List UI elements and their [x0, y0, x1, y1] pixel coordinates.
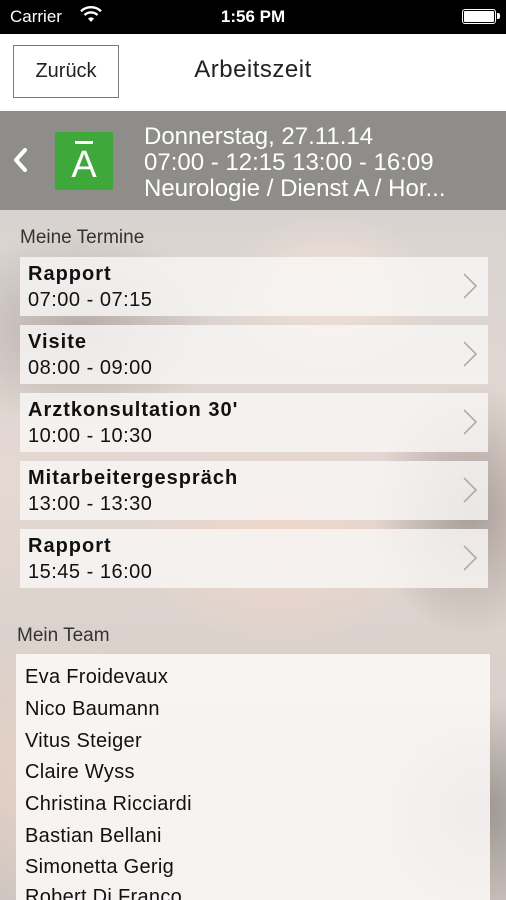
- team-member[interactable]: Bastian Bellani: [25, 825, 162, 848]
- appointment-time: 15:45 - 16:00: [28, 561, 153, 583]
- team-member[interactable]: Robert Di Franco: [25, 886, 182, 900]
- battery-icon: [462, 9, 500, 24]
- appointment-title: Visite: [28, 331, 87, 353]
- chevron-right-icon: [463, 273, 478, 299]
- chevron-right-icon: [463, 545, 478, 571]
- chevron-right-icon: [463, 477, 478, 503]
- appointment-time: 07:00 - 07:15: [28, 289, 153, 311]
- chevron-left-icon[interactable]: [10, 147, 30, 173]
- appointment-item[interactable]: Rapport 15:45 - 16:00: [20, 529, 488, 588]
- navigation-bar: Zurück Arbeitszeit: [0, 34, 506, 111]
- appointment-item[interactable]: Arztkonsultation 30' 10:00 - 10:30: [20, 393, 488, 452]
- day-unit: Neurologie / Dienst A / Hor...: [144, 176, 446, 202]
- team-member[interactable]: Vitus Steiger: [25, 730, 142, 753]
- team-member[interactable]: Christina Ricciardi: [25, 793, 192, 816]
- team-section-label: Mein Team: [17, 625, 110, 646]
- appointment-title: Mitarbeitergespräch: [28, 467, 239, 489]
- chevron-right-icon: [463, 341, 478, 367]
- shift-badge-letter: A: [71, 144, 97, 186]
- appointment-item[interactable]: Mitarbeitergespräch 13:00 - 13:30: [20, 461, 488, 520]
- status-bar: Carrier 1:56 PM: [0, 0, 506, 34]
- day-details: Donnerstag, 27.11.14 07:00 - 12:15 13:00…: [144, 124, 494, 202]
- day-hours: 07:00 - 12:15 13:00 - 16:09: [144, 150, 434, 176]
- appointment-time: 10:00 - 10:30: [28, 425, 153, 447]
- chevron-right-icon: [463, 409, 478, 435]
- shift-badge: A: [55, 132, 113, 190]
- appointments-section-label: Meine Termine: [20, 227, 145, 248]
- appointment-time: 08:00 - 09:00: [28, 357, 153, 379]
- clock: 1:56 PM: [220, 7, 286, 26]
- team-list: Eva Froidevaux Nico Baumann Vitus Steige…: [16, 654, 490, 900]
- appointment-title: Arztkonsultation 30': [28, 399, 239, 421]
- appointment-title: Rapport: [28, 535, 112, 557]
- team-member[interactable]: Claire Wyss: [25, 761, 135, 784]
- appointment-item[interactable]: Rapport 07:00 - 07:15: [20, 257, 488, 316]
- appointment-title: Rapport: [28, 263, 112, 285]
- macron-mark: [75, 141, 93, 144]
- team-member[interactable]: Nico Baumann: [25, 698, 160, 721]
- appointment-item[interactable]: Visite 08:00 - 09:00: [20, 325, 488, 384]
- team-member[interactable]: Simonetta Gerig: [25, 856, 174, 879]
- appointment-time: 13:00 - 13:30: [28, 493, 153, 515]
- day-date: Donnerstag, 27.11.14: [144, 124, 374, 150]
- day-header: A Donnerstag, 27.11.14 07:00 - 12:15 13:…: [0, 111, 506, 210]
- team-member[interactable]: Eva Froidevaux: [25, 666, 168, 689]
- page-title: Arbeitszeit: [194, 56, 312, 83]
